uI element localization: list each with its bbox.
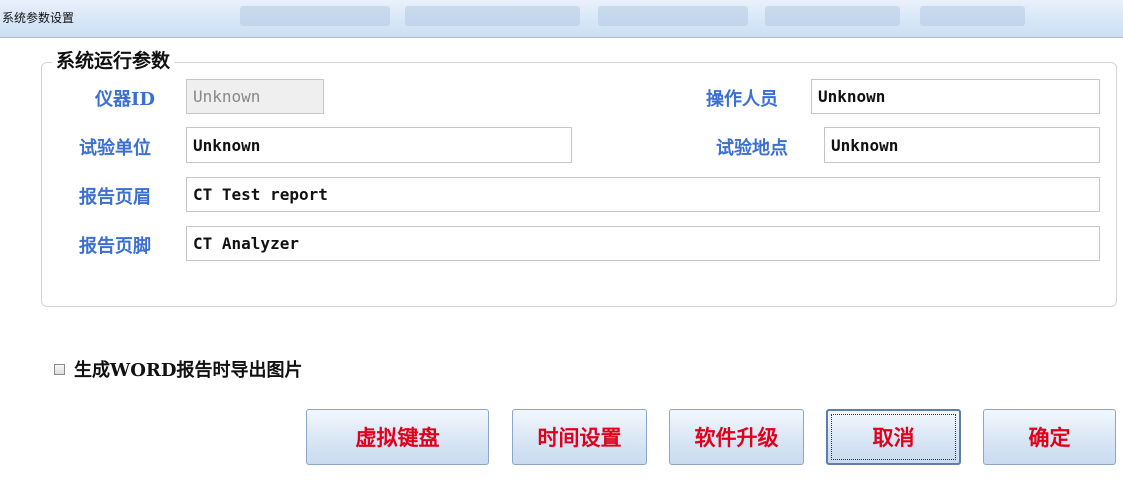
ok-button[interactable]: 确定	[983, 409, 1116, 465]
report-header-field[interactable]: CT Test report	[186, 177, 1100, 212]
instrument-id-field[interactable]: Unknown	[186, 79, 324, 114]
operator-field[interactable]: Unknown	[811, 79, 1100, 114]
software-upgrade-button[interactable]: 软件升级	[669, 409, 804, 465]
background-artifact	[598, 6, 748, 26]
background-artifact	[405, 6, 580, 26]
virtual-keyboard-button[interactable]: 虚拟键盘	[306, 409, 489, 465]
title-bar: 系统参数设置	[0, 0, 1123, 38]
export-images-option[interactable]: 生成WORD报告时导出图片	[54, 356, 302, 382]
background-artifact	[765, 6, 900, 26]
report-header-label: 报告页眉	[79, 187, 151, 208]
test-unit-label: 试验单位	[79, 138, 151, 159]
instrument-id-label: 仪器ID	[95, 89, 156, 110]
test-location-field[interactable]: Unknown	[824, 127, 1100, 163]
export-images-label: 生成WORD报告时导出图片	[74, 360, 303, 381]
report-footer-label: 报告页脚	[79, 236, 151, 257]
background-artifact	[920, 6, 1025, 26]
test-location-label: 试验地点	[716, 138, 788, 159]
time-settings-button[interactable]: 时间设置	[512, 409, 647, 465]
test-unit-field[interactable]: Unknown	[186, 127, 572, 163]
report-footer-field[interactable]: CT Analyzer	[186, 226, 1100, 261]
cancel-button[interactable]: 取消	[826, 409, 961, 465]
group-legend: 系统运行参数	[52, 46, 175, 73]
operator-label: 操作人员	[706, 89, 778, 110]
window-title: 系统参数设置	[2, 11, 75, 25]
background-artifact	[240, 6, 390, 26]
export-images-checkbox[interactable]	[54, 363, 65, 375]
